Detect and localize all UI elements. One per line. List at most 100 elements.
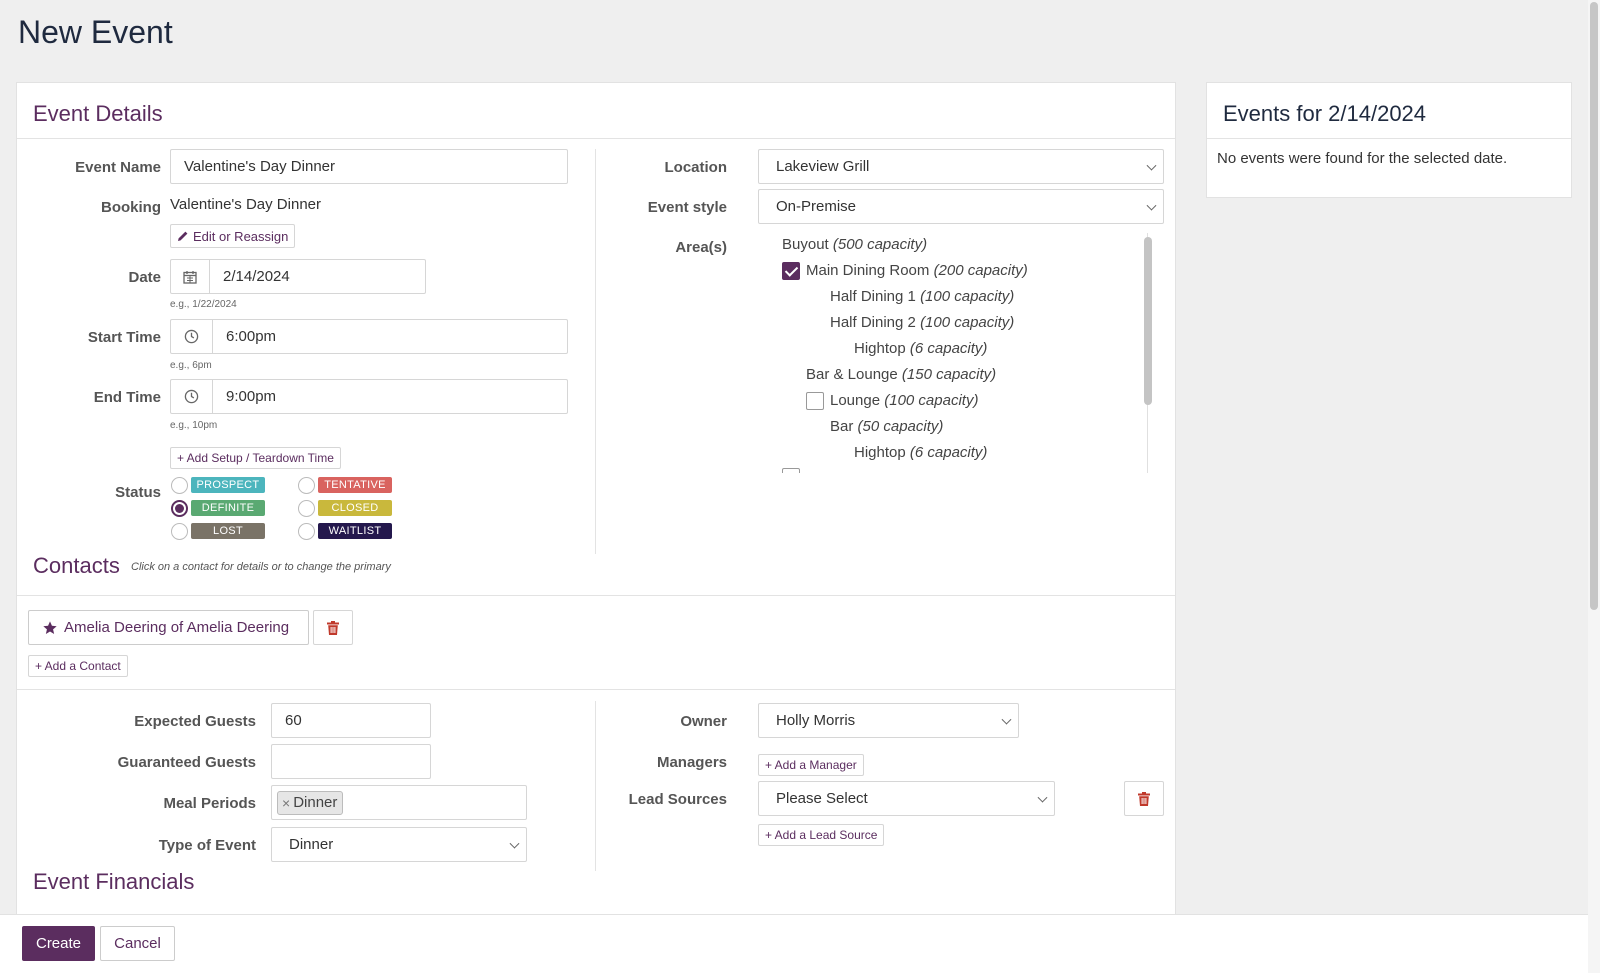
contact-card-primary[interactable]: Amelia Deering of Amelia Deering [28, 610, 309, 645]
status-badge-prospect[interactable]: PROSPECT [191, 477, 265, 493]
booking-label: Booking [101, 199, 161, 216]
start-time-input[interactable]: 6:00pm [170, 319, 568, 354]
divider [17, 595, 1175, 596]
edit-reassign-label: Edit or Reassign [193, 228, 289, 244]
column-divider [595, 701, 596, 871]
area-checkbox-lounge[interactable] [806, 392, 824, 410]
edit-reassign-button[interactable]: Edit or Reassign [170, 224, 296, 248]
meal-periods-label: Meal Periods [163, 795, 256, 812]
guaranteed-guests-label: Guaranteed Guests [117, 754, 256, 771]
window-scrollbar-thumb[interactable] [1590, 2, 1598, 610]
event-form-card: Event Details Event Name Valentine's Day… [16, 82, 1176, 973]
contact-name: Amelia Deering of Amelia Deering [64, 619, 290, 636]
status-radio-prospect[interactable] [171, 477, 188, 494]
create-button[interactable]: Create [22, 926, 95, 961]
add-contact-button[interactable]: + Add a Contact [28, 655, 128, 677]
event-name-input[interactable]: Valentine's Day Dinner [170, 149, 568, 184]
events-for-date-card: Events for 2/14/2024 No events were foun… [1206, 82, 1572, 198]
clock-icon [171, 320, 213, 353]
status-radio-lost[interactable] [171, 523, 188, 540]
managers-label: Managers [656, 754, 727, 771]
contacts-hint: Click on a contact for details or to cha… [131, 561, 391, 573]
chevron-down-icon [1001, 714, 1012, 725]
add-manager-button[interactable]: + Add a Manager [758, 754, 864, 776]
start-time-value: 6:00pm [226, 328, 277, 345]
area-item-bar-lounge[interactable]: Bar & Lounge (150 capacity) [806, 366, 996, 383]
owner-value: Holly Morris [776, 712, 856, 729]
status-radio-closed[interactable] [298, 500, 315, 517]
end-time-value: 9:00pm [226, 388, 277, 405]
meal-period-tag-label: Dinner [293, 794, 338, 811]
trash-icon [327, 620, 339, 635]
event-name-label: Event Name [75, 159, 161, 176]
start-time-label: Start Time [87, 329, 161, 346]
date-hint: e.g., 1/22/2024 [170, 299, 237, 310]
date-value: 2/14/2024 [223, 268, 290, 285]
area-item-half-dining-2[interactable]: Half Dining 2 (100 capacity) [830, 314, 1014, 331]
pencil-icon [178, 231, 188, 241]
lead-sources-label: Lead Sources [628, 791, 727, 808]
status-badge-definite[interactable]: DEFINITE [191, 500, 265, 516]
status-badge-tentative[interactable]: TENTATIVE [318, 477, 392, 493]
chevron-down-icon [1037, 792, 1048, 803]
end-time-hint: e.g., 10pm [170, 420, 218, 431]
area-checkbox-main-dining-room[interactable] [782, 262, 800, 280]
end-time-label: End Time [93, 389, 161, 406]
area-item-bar[interactable]: Bar (50 capacity) [830, 418, 943, 435]
area-item-hightop[interactable]: Hightop (6 capacity) [854, 340, 987, 357]
divider [1207, 138, 1571, 139]
location-value: Lakeview Grill [776, 158, 870, 175]
delete-lead-source-button[interactable] [1124, 781, 1164, 816]
areas-scrollbar-thumb[interactable] [1144, 237, 1152, 405]
type-of-event-label: Type of Event [158, 837, 256, 854]
clock-icon [171, 380, 213, 413]
event-style-select[interactable]: On-Premise [758, 189, 1164, 224]
event-style-value: On-Premise [776, 198, 857, 215]
calendar-icon[interactable] [171, 260, 210, 293]
lead-sources-value: Please Select [776, 790, 868, 807]
event-style-label: Event style [647, 199, 727, 216]
status-radio-definite[interactable] [171, 500, 188, 517]
area-item-half-dining-1[interactable]: Half Dining 1 (100 capacity) [830, 288, 1014, 305]
area-item-hightop-2[interactable]: Hightop (6 capacity) [854, 444, 987, 461]
lead-sources-select[interactable]: Please Select [758, 781, 1055, 816]
guaranteed-guests-input[interactable] [271, 744, 431, 779]
area-item-lounge[interactable]: Lounge (100 capacity) [830, 392, 978, 409]
expected-guests-input[interactable]: 60 [271, 703, 431, 738]
date-input[interactable]: 2/14/2024 [170, 259, 426, 294]
chevron-down-icon [509, 838, 520, 849]
event-financials-heading: Event Financials [33, 869, 195, 894]
status-badge-closed[interactable]: CLOSED [318, 500, 392, 516]
status-radio-waitlist[interactable] [298, 523, 315, 540]
areas-list[interactable]: Buyout (500 capacity) Main Dining Room (… [758, 233, 1168, 473]
status-badge-lost[interactable]: LOST [191, 523, 265, 539]
area-item-main-dining-room[interactable]: Main Dining Room (200 capacity) [806, 262, 1028, 279]
trash-icon [1138, 791, 1150, 806]
add-setup-teardown-button[interactable]: + Add Setup / Teardown Time [170, 447, 341, 469]
area-item-buyout[interactable]: Buyout (500 capacity) [782, 236, 927, 253]
chevron-down-icon [1146, 200, 1157, 211]
end-time-input[interactable]: 9:00pm [170, 379, 568, 414]
areas-label: Area(s) [675, 239, 727, 256]
divider [17, 138, 1175, 139]
status-radio-tentative[interactable] [298, 477, 315, 494]
add-lead-source-button[interactable]: + Add a Lead Source [758, 824, 885, 846]
expected-guests-label: Expected Guests [134, 713, 256, 730]
meal-periods-input[interactable]: × Dinner [271, 785, 527, 820]
event-details-heading: Event Details [33, 101, 163, 126]
area-checkbox-partial[interactable] [782, 468, 800, 473]
owner-select[interactable]: Holly Morris [758, 703, 1019, 738]
column-divider [595, 149, 596, 554]
location-label: Location [664, 159, 728, 176]
footer-bar [0, 914, 1590, 973]
status-label: Status [115, 484, 161, 501]
status-badge-waitlist[interactable]: WAITLIST [318, 523, 392, 539]
cancel-button[interactable]: Cancel [100, 926, 175, 961]
meal-period-tag: × Dinner [277, 790, 344, 815]
type-of-event-value: Dinner [289, 836, 334, 853]
delete-contact-button[interactable] [313, 610, 353, 645]
contacts-heading: Contacts [33, 553, 120, 578]
location-select[interactable]: Lakeview Grill [758, 149, 1164, 184]
type-of-event-select[interactable]: Dinner [271, 827, 527, 862]
tag-remove-icon[interactable]: × [282, 795, 290, 811]
